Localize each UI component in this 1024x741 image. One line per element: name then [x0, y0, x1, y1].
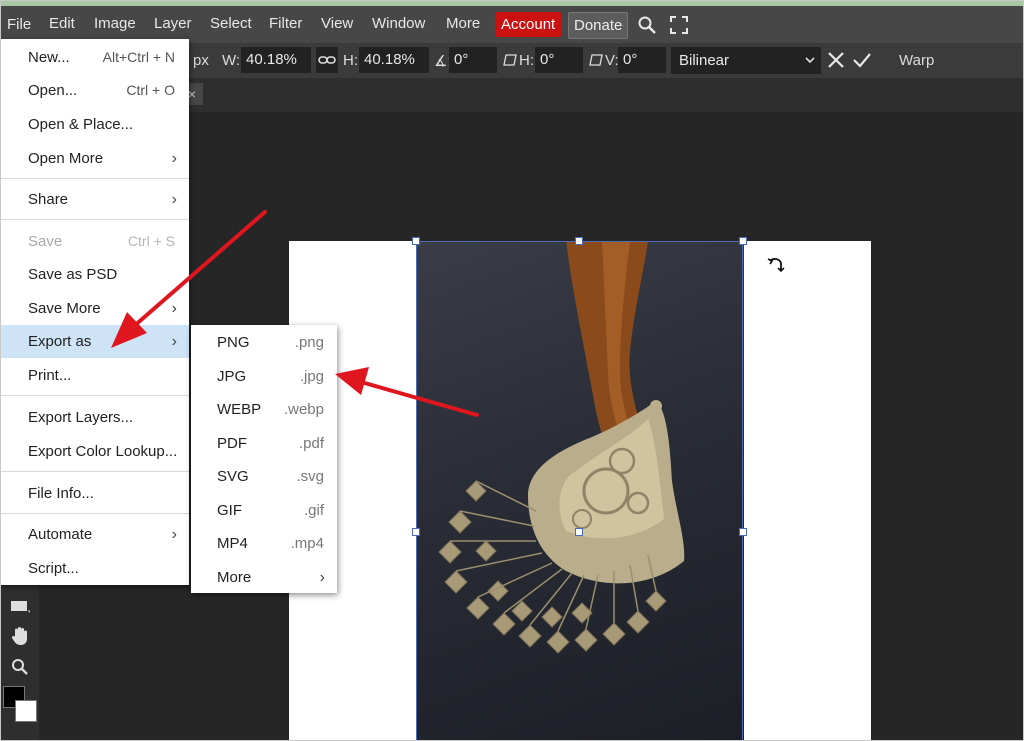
arrow-to-jpg: [335, 367, 479, 417]
app-window: File Edit Image Layer Select Filter View…: [0, 0, 1024, 741]
arrow-to-export-as: [111, 210, 267, 348]
annotation-arrows: [111, 210, 479, 417]
